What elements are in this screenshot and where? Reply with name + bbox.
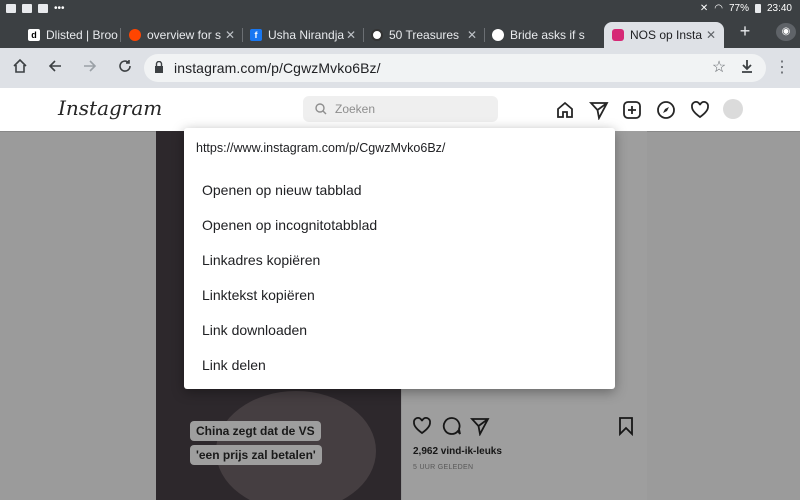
search-input[interactable]: Zoeken (303, 96, 498, 122)
dot-icon (492, 29, 504, 41)
battery-text: 77% (728, 3, 749, 14)
ring-icon (371, 29, 383, 41)
tab-close-icon[interactable]: ✕ (704, 28, 718, 42)
search-placeholder: Zoeken (335, 102, 376, 116)
menu-item-download-link[interactable]: Link downloaden (184, 313, 615, 348)
gallery-icon (6, 4, 16, 13)
download-icon (742, 60, 752, 73)
tab-title: NOS op Insta (630, 28, 703, 42)
instagram-icon (612, 29, 624, 41)
menu-item-open-new-tab[interactable]: Openen op nieuw tabblad (184, 173, 615, 208)
notification-icon (22, 4, 32, 13)
menu-item-share-link[interactable]: Link delen (184, 348, 615, 383)
direct-message-icon[interactable] (589, 100, 609, 120)
status-bar: ••• ✕ ◠ 77% 23:40 (0, 0, 800, 18)
tab-bride[interactable]: Bride asks if s (484, 22, 604, 48)
tab-close-icon[interactable]: ✕ (344, 28, 358, 42)
tab-reddit[interactable]: overview for s ✕ (121, 22, 243, 48)
menu-button[interactable]: ⋮ (772, 58, 792, 78)
reddit-icon (129, 29, 141, 41)
address-bar[interactable]: instagram.com/p/CgwzMvko6Bz/ (144, 54, 766, 82)
tab-title: 50 Treasures (389, 28, 460, 42)
instagram-logo[interactable]: Instagram (58, 96, 162, 120)
tab-instagram-active[interactable]: NOS op Insta ✕ (604, 22, 724, 48)
home-icon (13, 58, 27, 73)
bookmark-button[interactable]: ☆ (709, 58, 729, 78)
wifi-icon: ◠ (714, 3, 723, 14)
forward-arrow-icon (84, 60, 97, 72)
url-text: instagram.com/p/CgwzMvko6Bz/ (174, 60, 381, 76)
forward-button[interactable] (80, 58, 100, 78)
clock: 23:40 (766, 3, 792, 14)
menu-item-copy-link-text[interactable]: Linktekst kopiëren (184, 278, 615, 313)
tab-title: Bride asks if s (510, 28, 585, 42)
tab-treasures[interactable]: 50 Treasures ✕ (363, 22, 485, 48)
search-icon (315, 103, 327, 115)
tab-close-icon[interactable]: ✕ (465, 28, 479, 42)
instagram-header: Instagram Zoeken (0, 88, 800, 132)
new-tab-button[interactable]: + (736, 22, 754, 40)
download-button[interactable] (737, 58, 757, 78)
menu-item-open-incognito[interactable]: Openen op incognitotabblad (184, 208, 615, 243)
tab-title: Dlisted | Broo (46, 28, 118, 42)
mute-icon: ✕ (699, 3, 709, 14)
star-icon: ☆ (711, 59, 727, 76)
context-menu-url: https://www.instagram.com/p/CgwzMvko6Bz/ (196, 141, 446, 155)
tab-facebook[interactable]: f Usha Nirandja ✕ (242, 22, 364, 48)
tab-dlisted[interactable]: d Dlisted | Broo (20, 22, 128, 48)
tab-title: overview for s (147, 28, 222, 42)
home-button[interactable] (10, 58, 30, 78)
kebab-menu-icon: ⋮ (774, 59, 790, 76)
lock-icon (155, 61, 163, 73)
tab-strip: d Dlisted | Broo overview for s ✕ f Usha… (0, 18, 800, 48)
bag-icon (38, 4, 48, 13)
tab-close-icon[interactable]: ✕ (223, 28, 237, 42)
browser-toolbar: instagram.com/p/CgwzMvko6Bz/ ☆ ⋮ (0, 48, 800, 88)
incognito-icon[interactable]: ◉ (776, 23, 796, 41)
dlisted-favicon-icon: d (28, 29, 40, 41)
reload-icon (119, 60, 131, 72)
heart-icon[interactable] (690, 100, 710, 120)
back-arrow-icon (48, 60, 61, 72)
battery-icon (754, 4, 761, 13)
reload-button[interactable] (115, 58, 135, 78)
menu-item-copy-link-address[interactable]: Linkadres kopiëren (184, 243, 615, 278)
more-notifications-icon: ••• (54, 3, 65, 14)
explore-icon[interactable] (656, 100, 676, 120)
tab-title: Usha Nirandja (268, 28, 344, 42)
back-button[interactable] (45, 58, 65, 78)
new-post-icon[interactable] (622, 100, 642, 120)
home-icon[interactable] (555, 100, 575, 120)
avatar[interactable] (723, 99, 743, 119)
facebook-icon: f (250, 29, 262, 41)
link-context-menu: https://www.instagram.com/p/CgwzMvko6Bz/… (184, 128, 615, 389)
